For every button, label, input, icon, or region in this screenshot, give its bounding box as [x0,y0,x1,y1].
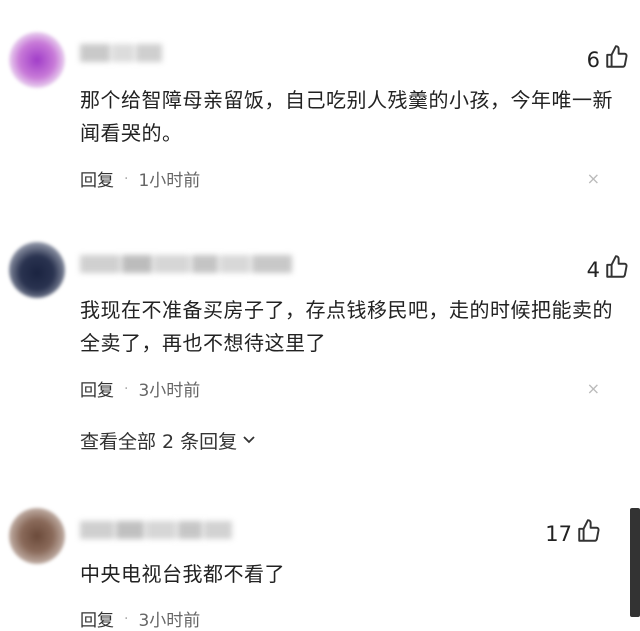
like-button[interactable]: 4 [587,254,630,285]
avatar[interactable] [9,32,65,88]
username-blurred[interactable] [80,44,164,66]
timestamp: 3小时前 [138,611,201,631]
comment-text: 中央电视台我都不看了 [80,562,285,586]
avatar[interactable] [9,242,65,298]
thumbs-up-icon [604,44,630,75]
chevron-down-icon [237,430,257,452]
thumbs-up-icon [604,254,630,285]
close-icon[interactable]: × [587,379,600,398]
comment-text: 我现在不准备买房子了，存点钱移民吧，走的时候把能卖的全卖了，再也不想待这里了 [80,298,613,355]
like-button[interactable]: 6 [587,44,630,75]
reply-button[interactable]: 回复 [80,376,114,401]
avatar[interactable] [9,508,65,564]
username-blurred[interactable] [80,255,294,277]
like-count: 4 [586,257,600,282]
username-blurred[interactable] [80,521,234,543]
comment-meta: 回复 · 1小时前 [80,166,201,192]
view-all-replies-label: 查看全部 2 条回复 [80,431,238,453]
separator: · [124,380,129,397]
like-count: 17 [545,521,572,546]
reply-button[interactable]: 回复 [80,166,114,191]
comment-meta: 回复 · 3小时前 [80,606,200,631]
close-icon[interactable]: × [587,169,600,188]
thumbs-up-icon [576,518,602,549]
view-all-replies-button[interactable]: 查看全部 2 条回复 [80,427,257,454]
timestamp: 1小时前 [138,171,201,191]
separator: · [124,610,129,627]
comment-meta: 回复 · 3小时前 [80,376,201,402]
separator: · [124,170,129,187]
like-button[interactable]: 17 [545,518,602,549]
timestamp: 3小时前 [138,381,201,401]
scrollbar[interactable] [630,508,640,617]
comment-text: 那个给智障母亲留饭，自己吃别人残羹的小孩，今年唯一新闻看哭的。 [80,88,613,145]
like-count: 6 [586,47,600,72]
reply-button[interactable]: 回复 [80,606,114,631]
